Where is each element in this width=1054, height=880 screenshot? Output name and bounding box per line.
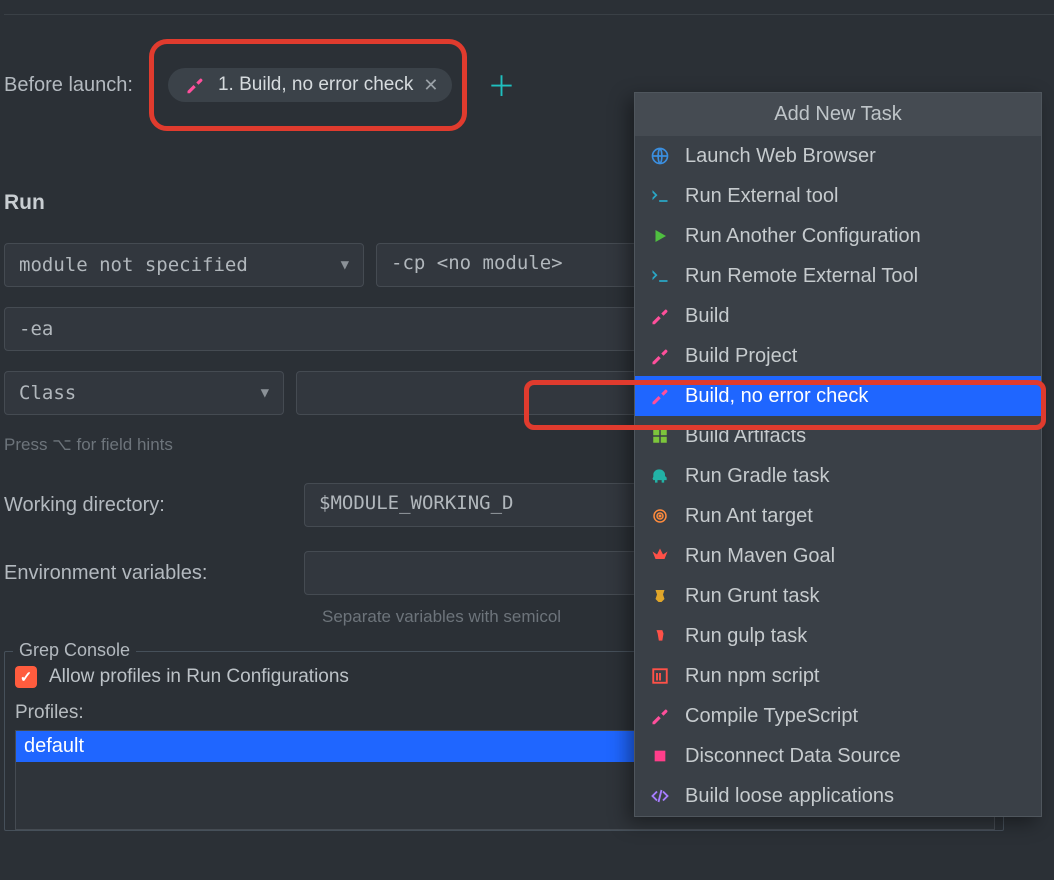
vm-options-value: -ea [19,318,53,340]
task-item-build[interactable]: Build [635,296,1041,336]
task-item-run-external-tool[interactable]: Run External tool [635,176,1041,216]
task-list: Launch Web Browser Run External tool Run A… [635,136,1041,816]
grunt-icon [647,587,673,605]
class-kind-select[interactable]: Class ▼ [4,371,284,415]
hammer-icon [182,76,208,94]
hammer-icon [647,387,673,405]
task-item-run-grunt-task[interactable]: Run Grunt task [635,576,1041,616]
task-item-launch-web-browser[interactable]: Launch Web Browser [635,136,1041,176]
class-kind-value: Class [19,382,76,404]
task-item-label: Run Ant target [685,505,813,528]
task-item-run-gradle-task[interactable]: Run Gradle task [635,456,1041,496]
hammer-icon [647,307,673,325]
before-launch-task-chip[interactable]: 1. Build, no error check ✕ [168,68,452,102]
task-item-label: Run External tool [685,185,838,208]
module-select[interactable]: module not specified ▼ [4,243,364,287]
task-chip-label: 1. Build, no error check [218,74,413,96]
square-icon [647,748,673,764]
task-item-label: Build [685,305,729,328]
env-vars-label: Environment variables: [4,562,234,585]
classpath-value: -cp <no module> [391,252,563,274]
working-directory-label: Working directory: [4,494,234,517]
code-icon [647,787,673,805]
working-directory-value: $MODULE_WORKING_D [319,492,513,514]
task-item-label: Build, no error check [685,385,868,408]
task-item-run-another-configuration[interactable]: Run Another Configuration [635,216,1041,256]
task-item-label: Run Gradle task [685,465,830,488]
task-item-label: Build Artifacts [685,425,806,448]
check-icon [647,547,673,565]
task-item-label: Run npm script [685,665,820,688]
add-task-button[interactable]: ＋ [487,65,515,105]
grep-console-legend: Grep Console [13,640,136,661]
task-item-label: Build Project [685,345,797,368]
elephant-icon [647,466,673,486]
task-item-run-maven-goal[interactable]: Run Maven Goal [635,536,1041,576]
target-icon [647,507,673,525]
prompt-icon [647,266,673,286]
highlight-before-launch: 1. Build, no error check ✕ [149,39,467,131]
close-icon[interactable]: ✕ [423,75,438,96]
play-icon [647,227,673,245]
task-item-run-gulp-task[interactable]: Run gulp task [635,616,1041,656]
task-item-label: Run Remote External Tool [685,265,918,288]
task-item-label: Launch Web Browser [685,145,876,168]
chevron-down-icon: ▼ [261,385,269,401]
popup-title: Add New Task [635,93,1041,136]
task-item-label: Run Grunt task [685,585,820,608]
squares-icon [647,427,673,445]
task-item-run-ant-target[interactable]: Run Ant target [635,496,1041,536]
task-item-label: Run Maven Goal [685,545,835,568]
allow-profiles-checkbox[interactable]: ✓ [15,666,37,688]
task-item-label: Build loose applications [685,785,894,808]
task-item-build-artifacts[interactable]: Build Artifacts [635,416,1041,456]
task-item-build-project[interactable]: Build Project [635,336,1041,376]
module-select-value: module not specified [19,254,248,276]
before-launch-label: Before launch: [4,74,133,97]
task-item-compile-typescript[interactable]: Compile TypeScript [635,696,1041,736]
hammer-icon [647,707,673,725]
add-new-task-popup: Add New Task Launch Web Browser Run Exter… [634,92,1042,817]
prompt-icon [647,186,673,206]
hammer-icon [647,347,673,365]
npm-icon [647,667,673,685]
task-item-label: Disconnect Data Source [685,745,901,768]
task-item-run-npm-script[interactable]: Run npm script [635,656,1041,696]
task-item-label: Compile TypeScript [685,705,858,728]
globe-icon [647,146,673,166]
task-item-build-no-error-check[interactable]: Build, no error check [635,376,1041,416]
task-item-disconnect-data-source[interactable]: Disconnect Data Source [635,736,1041,776]
task-item-label: Run gulp task [685,625,807,648]
task-item-build-loose-applications[interactable]: Build loose applications [635,776,1041,816]
task-item-run-remote-external-tool[interactable]: Run Remote External Tool [635,256,1041,296]
allow-profiles-label: Allow profiles in Run Configurations [49,666,349,688]
chevron-down-icon: ▼ [341,257,349,273]
cup-icon [647,626,673,646]
task-item-label: Run Another Configuration [685,225,921,248]
